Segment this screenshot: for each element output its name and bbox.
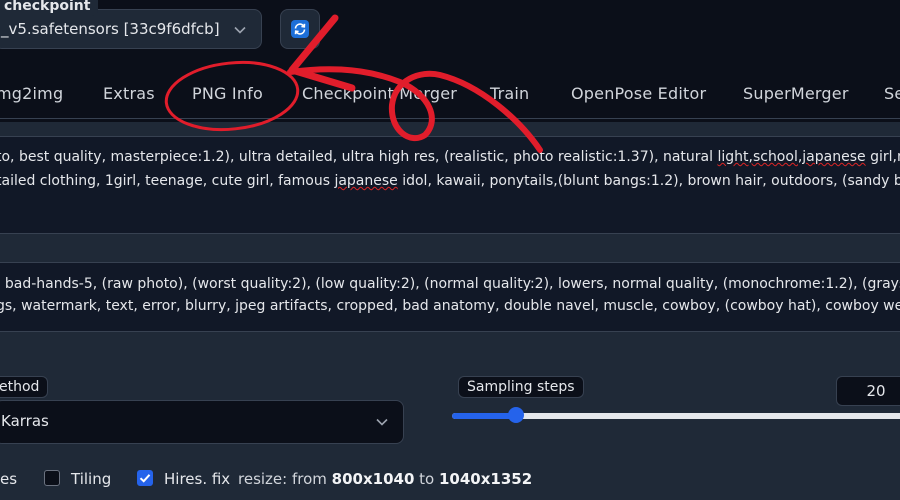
tab-supermerger[interactable]: SuperMerger [743,84,849,103]
tiling-checkbox[interactable] [44,470,60,486]
sampling-steps-label: Sampling steps [458,376,584,398]
hires-fix-checkbox[interactable] [137,470,153,486]
negative-prompt-line-2: gs, watermark, text, error, blurry, jpeg… [0,298,900,314]
negative-prompt-line-1: , bad-hands-5, (raw photo), (worst quali… [0,276,900,292]
resize-info: resize: from 800x1040 to 1040x1352 [238,470,533,488]
chevron-down-icon [233,22,247,41]
tab-checkpoint-merger[interactable]: Checkpoint Merger [302,84,457,103]
tiling-label[interactable]: Tiling [71,470,111,488]
prompt-textarea[interactable]: to, best quality, masterpiece:1.2), ultr… [0,136,900,234]
sampling-steps-slider[interactable] [452,407,900,423]
refresh-icon [290,19,310,43]
prompt-line-2: tailed clothing, 1girl, teenage, cute gi… [0,173,900,189]
tab-extras[interactable]: Extras [103,84,155,103]
tab-png-info[interactable]: PNG Info [192,84,263,103]
tab-openpose-editor[interactable]: OpenPose Editor [571,84,706,103]
tab-more[interactable]: Se [884,84,900,103]
checkpoint-value: _v5.safetensors [33c9f6dfcb] [1,20,220,38]
refresh-checkpoint-button[interactable] [280,9,320,49]
prompt-panel: to, best quality, masterpiece:1.2), ultr… [0,122,900,362]
chevron-down-icon [375,414,389,433]
sampling-method-value: Karras [1,412,49,430]
slider-fill [452,413,517,419]
negative-prompt-textarea[interactable]: , bad-hands-5, (raw photo), (worst quali… [0,262,900,332]
tab-train[interactable]: Train [490,84,529,103]
restore-faces-label[interactable]: es [0,470,17,488]
sampling-method-label: ethod [0,376,49,398]
checkmark-icon [139,474,151,483]
prompt-line-1: to, best quality, masterpiece:1.2), ultr… [0,149,900,165]
sampling-steps-input[interactable]: 20 [836,376,900,406]
tab-img2img[interactable]: mg2img [0,84,63,103]
main-tabs: mg2img Extras PNG Info Checkpoint Merger… [0,72,900,119]
checkpoint-label: checkpoint [0,0,99,16]
hires-fix-label[interactable]: Hires. fix [164,470,230,488]
sampling-method-dropdown[interactable]: Karras [0,400,404,444]
